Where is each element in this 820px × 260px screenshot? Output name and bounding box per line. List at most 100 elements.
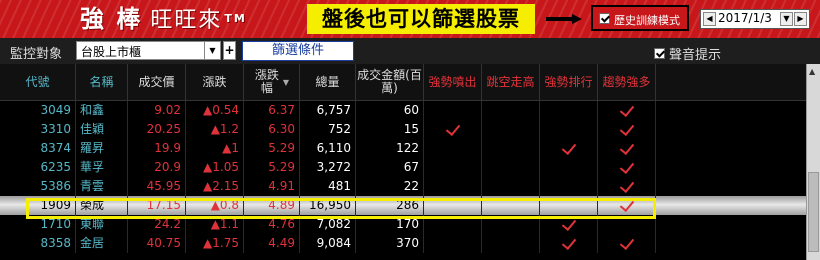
add-button[interactable]: + [223, 41, 236, 60]
cell-strong-surge [424, 234, 482, 253]
cell-change: ▲2.15 [186, 177, 244, 196]
date-dropdown-icon[interactable]: ▼ [780, 12, 793, 26]
history-mode-checkbox[interactable] [599, 13, 610, 24]
cell-pct: 4.89 [244, 196, 300, 215]
cell-empty [656, 196, 806, 215]
cell-gap-up [482, 139, 540, 158]
cell-amount: 122 [356, 139, 424, 158]
cell-code: 5386 [0, 177, 76, 196]
table-header: 代號 名稱 成交價 漲跌 漲跌幅 ▼ 總量 成交金額(百萬) 強勢噴出 跳空走高 … [0, 64, 806, 101]
cell-trend-bull [598, 215, 656, 234]
cell-name: 華孚 [76, 158, 128, 177]
checkmark-icon [561, 234, 576, 251]
cell-trend-bull [598, 177, 656, 196]
date-picker[interactable]: ◀ 2017/1/3 ▼ ▶ [700, 9, 810, 29]
scroll-up-icon[interactable]: ▲ [809, 67, 815, 76]
market-select-value[interactable]: 台股上市櫃 [81, 43, 141, 60]
col-strength-rank[interactable]: 強勢排行 [540, 64, 598, 100]
cell-code: 1909 [0, 196, 76, 215]
cell-empty [656, 101, 806, 120]
cell-empty [656, 215, 806, 234]
table-row[interactable]: 8374 羅昇 19.9 ▲1 5.29 6,110 122 [0, 139, 806, 158]
checkmark-icon [561, 139, 576, 156]
cell-code: 8358 [0, 234, 76, 253]
cell-strength-rank [540, 101, 598, 120]
table-row[interactable]: 3049 和鑫 9.02 ▲0.54 6.37 6,757 60 [0, 101, 806, 120]
cell-trend-bull [598, 139, 656, 158]
cell-code: 3049 [0, 101, 76, 120]
table-row[interactable]: 5386 青雲 45.95 ▲2.15 4.91 481 22 [0, 177, 806, 196]
cell-change: ▲1.2 [186, 120, 244, 139]
cell-name: 金居 [76, 234, 128, 253]
col-volume[interactable]: 總量 [300, 64, 356, 100]
cell-strength-rank [540, 158, 598, 177]
cell-amount: 67 [356, 158, 424, 177]
table-row[interactable]: 8358 金居 40.75 ▲1.75 4.49 9,084 370 [0, 234, 806, 253]
prev-date-icon[interactable]: ◀ [703, 12, 716, 26]
col-name[interactable]: 名稱 [76, 64, 128, 100]
sound-toggle[interactable]: 聲音提示 [654, 44, 721, 63]
cell-strength-rank [540, 196, 598, 215]
cell-change: ▲1.75 [186, 234, 244, 253]
cell-strong-surge [424, 196, 482, 215]
cell-name: 羅昇 [76, 139, 128, 158]
filter-conditions-button[interactable]: 篩選條件 [242, 41, 354, 61]
checkmark-icon [619, 158, 634, 175]
cell-volume: 16,950 [300, 196, 356, 215]
vertical-scrollbar[interactable]: ▲ [806, 64, 820, 260]
sound-checkbox[interactable] [654, 48, 665, 59]
col-price[interactable]: 成交價 [128, 64, 186, 100]
col-amount[interactable]: 成交金額(百萬) [356, 64, 424, 100]
arrow-right-icon [546, 14, 582, 24]
cell-trend-bull [598, 120, 656, 139]
date-value[interactable]: 2017/1/3 [718, 11, 772, 25]
trademark: TM [224, 12, 247, 25]
cell-pct: 6.30 [244, 120, 300, 139]
market-select[interactable]: 台股上市櫃 ▼ [76, 41, 221, 60]
cell-strength-rank [540, 234, 598, 253]
cell-pct: 5.29 [244, 139, 300, 158]
checkmark-icon [619, 234, 634, 251]
cell-change: ▲0.8 [186, 196, 244, 215]
control-bar: 監控對象 台股上市櫃 ▼ + 篩選條件 聲音提示 [0, 38, 820, 64]
cell-pct: 4.49 [244, 234, 300, 253]
col-pct[interactable]: 漲跌幅 ▼ [244, 64, 300, 100]
table-row[interactable]: 3310 佳穎 20.25 ▲1.2 6.30 752 15 [0, 120, 806, 139]
col-code[interactable]: 代號 [0, 64, 76, 100]
cell-strength-rank [540, 215, 598, 234]
checkmark-icon [619, 120, 634, 137]
sort-desc-icon[interactable]: ▼ [283, 76, 289, 89]
table-row[interactable]: 1909 榮成 17.15 ▲0.8 4.89 16,950 286 [0, 196, 806, 215]
cell-price: 40.75 [128, 234, 186, 253]
history-mode-toggle[interactable]: 歷史訓練模式 [591, 5, 689, 31]
cell-code: 3310 [0, 120, 76, 139]
cell-name: 青雲 [76, 177, 128, 196]
cell-amount: 170 [356, 215, 424, 234]
cell-gap-up [482, 120, 540, 139]
cell-pct: 4.91 [244, 177, 300, 196]
col-gap-up[interactable]: 跳空走高 [482, 64, 540, 100]
col-trend-bull[interactable]: 趨勢強多 [598, 64, 656, 100]
cell-gap-up [482, 196, 540, 215]
table-row[interactable]: 1710 東聯 24.2 ▲1.1 4.76 7,082 170 [0, 215, 806, 234]
table-row[interactable]: 6235 華孚 20.9 ▲1.05 5.29 3,272 67 [0, 158, 806, 177]
chevron-down-icon[interactable]: ▼ [204, 42, 220, 59]
cell-empty [656, 139, 806, 158]
col-change[interactable]: 漲跌 [186, 64, 244, 100]
next-date-icon[interactable]: ▶ [794, 12, 807, 26]
col-strong-surge[interactable]: 強勢噴出 [424, 64, 482, 100]
checkmark-icon [619, 196, 634, 213]
scrollbar-thumb[interactable] [808, 172, 819, 252]
checkmark-icon [619, 177, 634, 194]
cell-code: 8374 [0, 139, 76, 158]
cell-empty [656, 234, 806, 253]
cell-strength-rank [540, 120, 598, 139]
col-pct-label: 漲跌幅 [254, 68, 279, 95]
cell-name: 榮成 [76, 196, 128, 215]
cell-amount: 370 [356, 234, 424, 253]
cell-strong-surge [424, 120, 482, 139]
cell-price: 24.2 [128, 215, 186, 234]
sound-label: 聲音提示 [669, 48, 722, 63]
annotation-callout: 盤後也可以篩選股票 [307, 4, 535, 34]
cell-price: 45.95 [128, 177, 186, 196]
